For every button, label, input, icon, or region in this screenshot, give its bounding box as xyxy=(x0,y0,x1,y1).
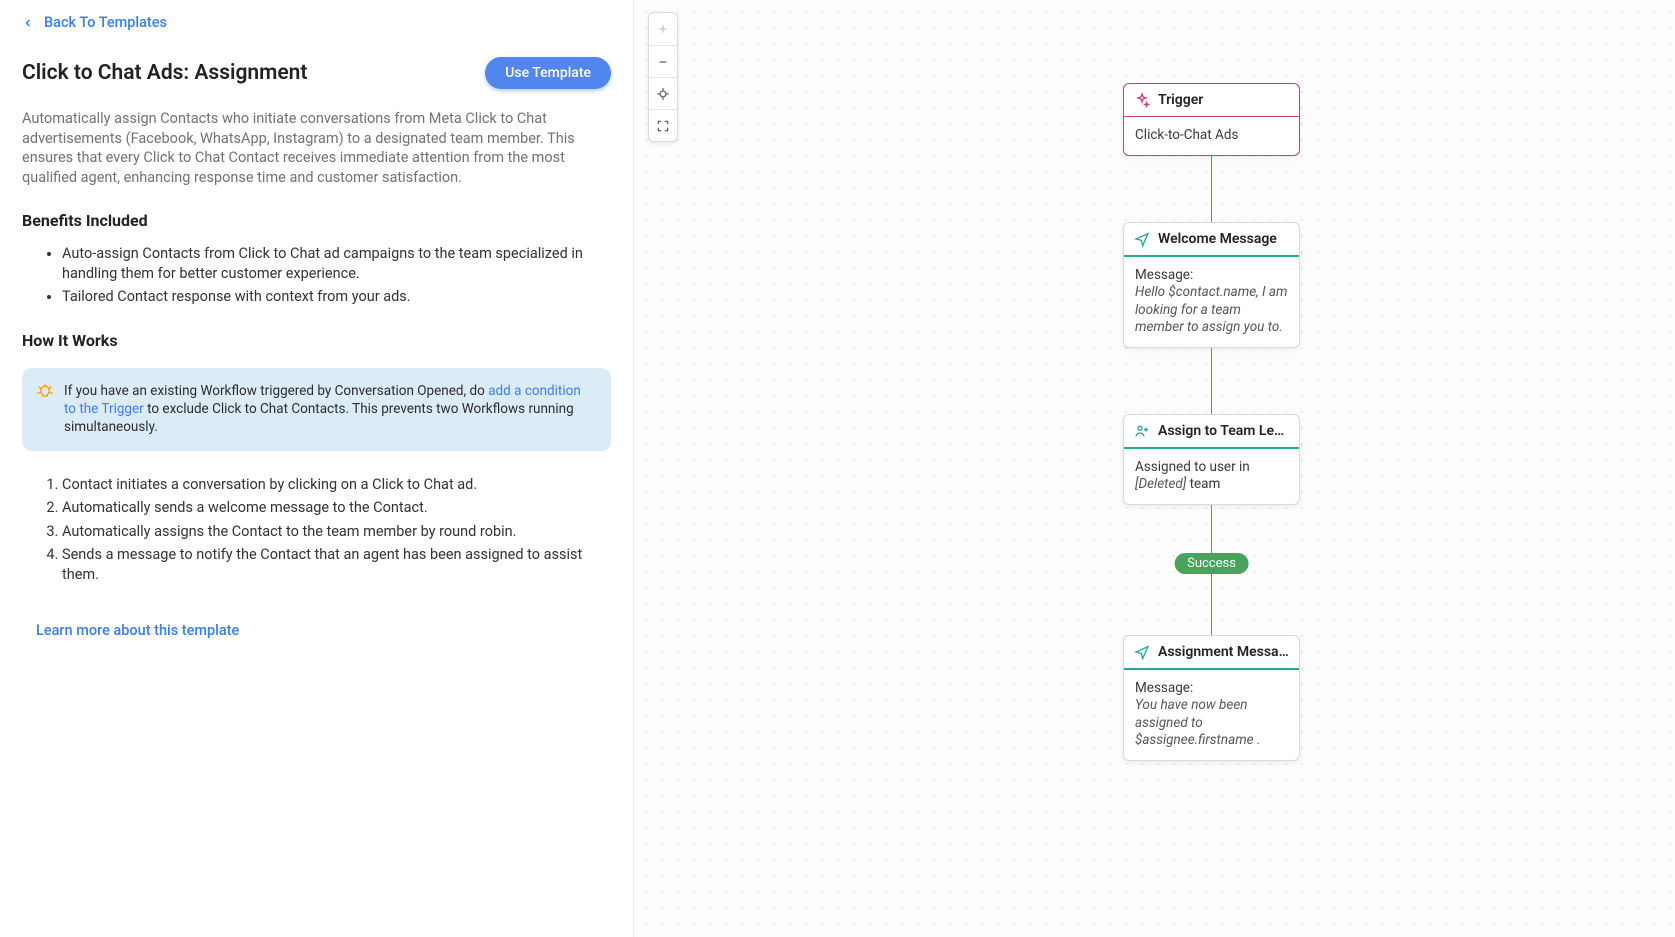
info-note: If you have an existing Workflow trigger… xyxy=(22,368,611,451)
connector-line: Success xyxy=(1123,505,1300,635)
step-item: Contact initiates a conversation by clic… xyxy=(62,475,611,495)
step-item: Sends a message to notify the Contact th… xyxy=(62,545,611,584)
node-title: Trigger xyxy=(1158,92,1289,108)
sparkle-icon xyxy=(1134,92,1150,108)
node-body: Message: You have now been assigned to $… xyxy=(1124,670,1299,760)
zoom-controls xyxy=(648,12,678,142)
node-title: Welcome Message xyxy=(1158,231,1289,247)
connector-line xyxy=(1123,348,1300,414)
benefits-heading: Benefits Included xyxy=(22,211,611,230)
back-to-templates-link[interactable]: Back To Templates xyxy=(22,14,611,31)
recenter-button[interactable] xyxy=(649,77,677,109)
page-title: Click to Chat Ads: Assignment xyxy=(22,61,307,85)
zoom-in-button[interactable] xyxy=(649,13,677,45)
success-badge: Success xyxy=(1174,553,1249,574)
chevron-left-icon xyxy=(22,17,34,29)
back-label: Back To Templates xyxy=(44,14,167,31)
minus-icon xyxy=(656,55,670,69)
workflow-canvas[interactable]: Trigger Click-to-Chat Ads Welcome Messag… xyxy=(634,0,1675,937)
send-icon xyxy=(1134,231,1150,247)
fullscreen-icon xyxy=(656,119,670,133)
benefit-item: Auto-assign Contacts from Click to Chat … xyxy=(62,244,611,283)
template-description: Automatically assign Contacts who initia… xyxy=(22,109,602,187)
benefit-item: Tailored Contact response with context f… xyxy=(62,287,611,307)
workflow-node-trigger[interactable]: Trigger Click-to-Chat Ads xyxy=(1123,83,1300,156)
node-body: Click-to-Chat Ads xyxy=(1124,117,1299,155)
plus-icon xyxy=(656,22,670,36)
node-title: Assignment Message xyxy=(1158,644,1289,660)
node-body: Message: Hello $contact.name, I am looki… xyxy=(1124,257,1299,347)
how-it-works-heading: How It Works xyxy=(22,331,611,350)
workflow-node-assignment-message[interactable]: Assignment Message Message: You have now… xyxy=(1123,635,1300,761)
learn-more-link[interactable]: Learn more about this template xyxy=(36,622,239,639)
workflow-node-assign[interactable]: Assign to Team Least C… Assigned to user… xyxy=(1123,414,1300,505)
connector-line xyxy=(1123,156,1300,222)
note-text: If you have an existing Workflow trigger… xyxy=(64,382,595,437)
lightbulb-icon xyxy=(36,384,54,406)
send-icon xyxy=(1134,644,1150,660)
workflow-node-welcome-message[interactable]: Welcome Message Message: Hello $contact.… xyxy=(1123,222,1300,348)
node-title: Assign to Team Least C… xyxy=(1158,423,1289,439)
zoom-out-button[interactable] xyxy=(649,45,677,77)
step-item: Automatically assigns the Contact to the… xyxy=(62,522,611,542)
step-item: Automatically sends a welcome message to… xyxy=(62,498,611,518)
user-plus-icon xyxy=(1134,423,1150,439)
use-template-button[interactable]: Use Template xyxy=(485,57,611,89)
crosshair-icon xyxy=(656,87,670,101)
fullscreen-button[interactable] xyxy=(649,109,677,141)
node-body: Assigned to user in [Deleted] team xyxy=(1124,449,1299,504)
